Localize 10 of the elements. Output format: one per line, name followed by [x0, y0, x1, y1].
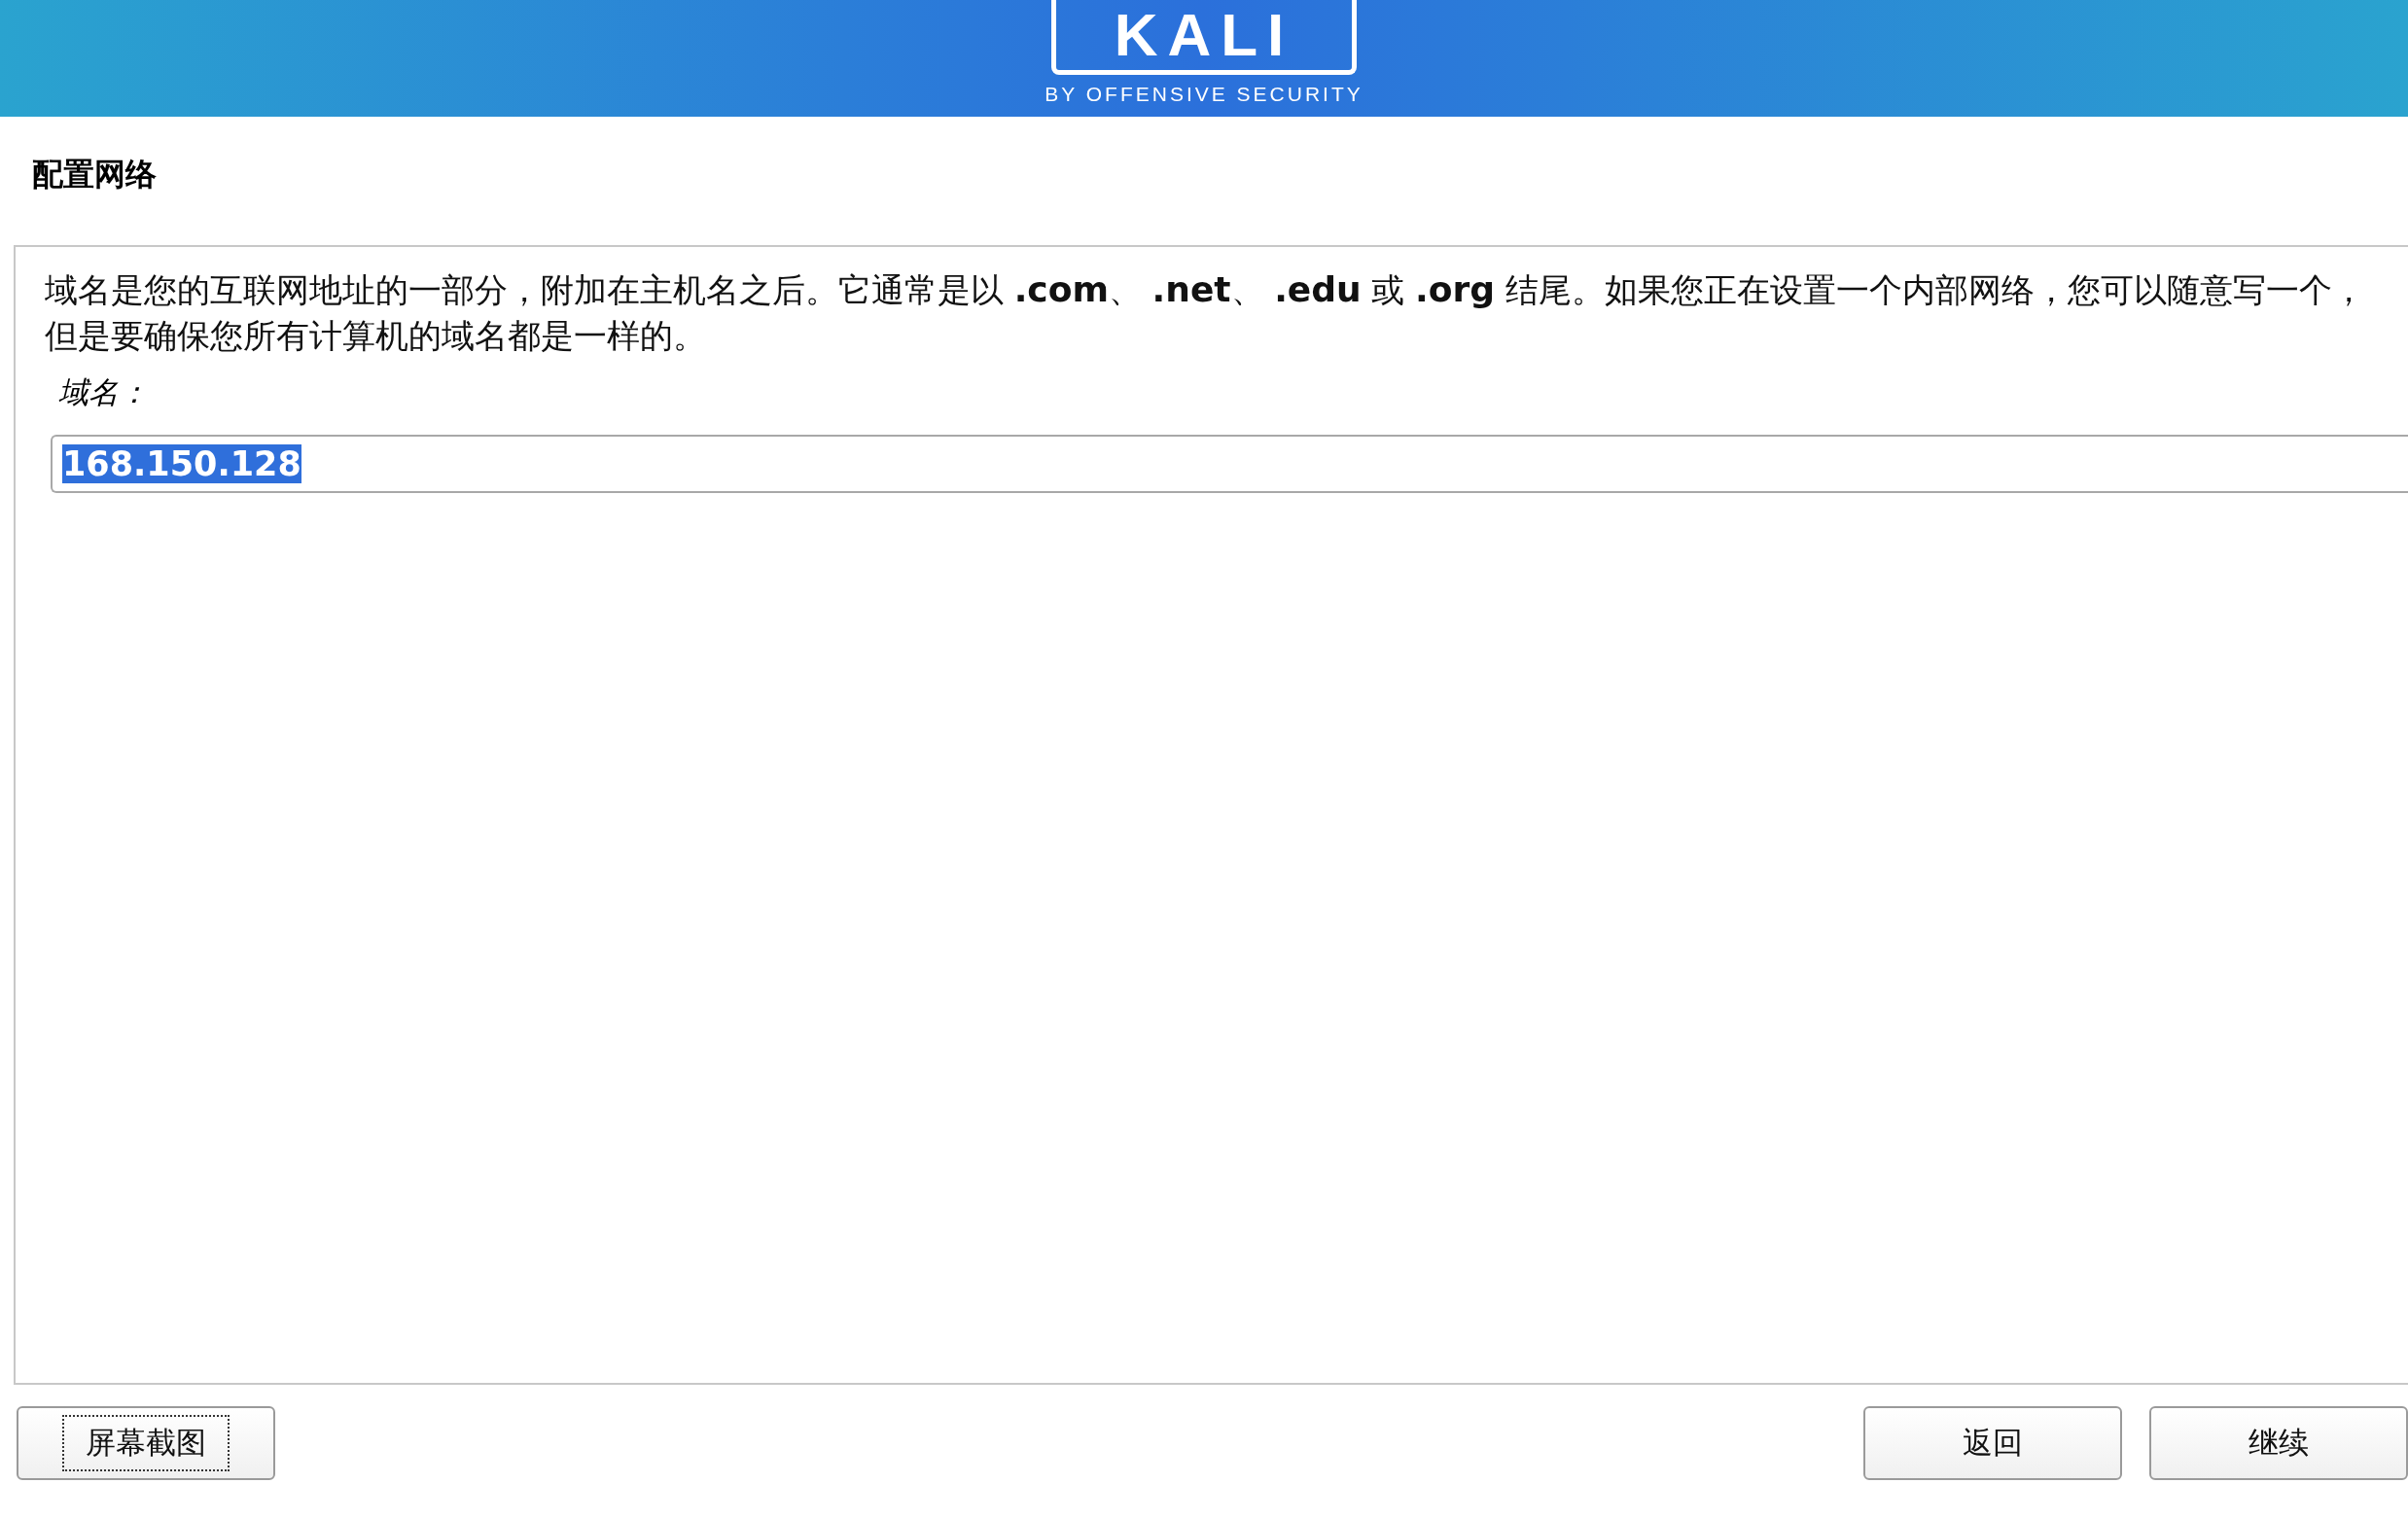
nav-button[interactable]: 返回	[1863, 1406, 2122, 1480]
domain-input-field[interactable]: 168.150.128	[51, 435, 2408, 493]
logo: KALI	[1050, 0, 1358, 75]
page-title: 配置网络	[32, 155, 157, 194]
field-label: 域名：	[58, 373, 149, 411]
logo-tagline: BY OFFENSIVE SECURITY	[1045, 83, 1363, 106]
field-value: 168.150.128	[62, 444, 301, 483]
nav-button[interactable]: 继续	[2149, 1406, 2408, 1480]
screenshot-button[interactable]: 屏幕截图	[17, 1406, 275, 1480]
description-text: 域名是您的互联网地址的一部分，附加在主机名之后。它通常是以 .com、 .net、 .edu 或 .org 结尾。如果您正在设置一个内部网络，您可以随意写一个，但是要确保您所有计算机的域名都是一样的。	[45, 268, 2366, 357]
